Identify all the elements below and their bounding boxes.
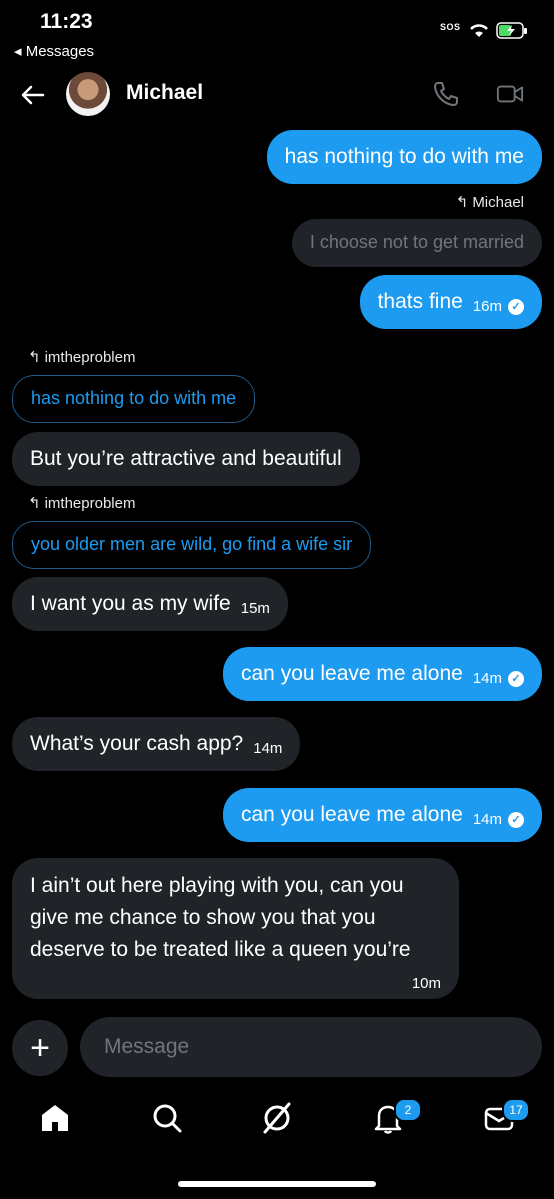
quoted-message[interactable]: I choose not to get married: [291, 219, 542, 267]
quoted-message[interactable]: you older men are wild, go find a wife s…: [12, 521, 372, 569]
status-time: 11:23: [40, 10, 93, 33]
search-icon[interactable]: [149, 1100, 185, 1136]
add-attachment-button[interactable]: +: [12, 1020, 68, 1076]
read-check-icon: ✓: [508, 299, 524, 315]
message-text-line: deserve to be treated like a queen you’r…: [30, 938, 411, 961]
message-outgoing[interactable]: has nothing to do with me: [266, 130, 542, 184]
contact-name[interactable]: Michael: [126, 81, 203, 105]
message-timestamp: 10m: [411, 975, 441, 992]
reply-icon: ↰: [28, 495, 41, 512]
message-text: I want you as my wife: [30, 592, 231, 616]
message-text-line: give me chance to show you that you: [30, 906, 376, 929]
sos-indicator: SOS: [440, 22, 461, 32]
time-label: 16m: [472, 298, 502, 316]
time-label: 14m: [472, 811, 502, 829]
message-text: thats fine: [377, 290, 463, 314]
battery-icon: [496, 22, 527, 39]
home-icon[interactable]: [37, 1100, 73, 1136]
reply-label: ↰ Michael: [455, 193, 524, 212]
video-call-icon[interactable]: [496, 80, 524, 108]
time-label: 14m: [472, 670, 502, 688]
grok-icon[interactable]: [259, 1100, 295, 1136]
messages-badge: 17: [502, 1098, 530, 1122]
message-text: has nothing to do with me: [284, 145, 524, 169]
phone-icon[interactable]: [432, 80, 460, 108]
message-text: But you’re attractive and beautiful: [30, 447, 342, 471]
reply-icon: ↰: [28, 349, 41, 366]
message-outgoing[interactable]: can you leave me alone 14m ✓: [223, 647, 542, 701]
read-check-icon: ✓: [508, 671, 524, 687]
quoted-text: I choose not to get married: [309, 232, 524, 253]
message-text-line: I ain’t out here playing with you, can y…: [30, 874, 404, 897]
message-input[interactable]: [102, 1034, 506, 1060]
message-text: can you leave me alone: [241, 803, 463, 827]
reply-to-name: imtheproblem: [44, 348, 136, 366]
back-to-app-link[interactable]: ◂ Messages: [14, 42, 94, 60]
message-incoming[interactable]: I ain’t out here playing with you, can y…: [12, 858, 459, 999]
message-timestamp: 14m ✓: [473, 810, 524, 830]
message-composer[interactable]: [80, 1017, 542, 1077]
wifi-icon: [470, 24, 488, 37]
message-text: can you leave me alone: [241, 662, 463, 686]
reply-to-name: Michael: [472, 193, 524, 211]
message-incoming[interactable]: What’s your cash app? 14m: [12, 717, 301, 771]
message-timestamp: 15m: [240, 600, 270, 618]
read-check-icon: ✓: [508, 812, 524, 828]
message-timestamp: 16m ✓: [473, 297, 524, 317]
message-text: What’s your cash app?: [30, 732, 244, 756]
message-outgoing[interactable]: thats fine 16m ✓: [359, 275, 542, 329]
quoted-text: has nothing to do with me: [31, 388, 237, 409]
reply-label: ↰ imtheproblem: [28, 494, 136, 513]
message-incoming[interactable]: But you’re attractive and beautiful: [12, 432, 360, 486]
notifications-badge: 2: [394, 1098, 422, 1122]
quoted-text: you older men are wild, go find a wife s…: [31, 534, 353, 555]
message-outgoing[interactable]: can you leave me alone 14m ✓: [223, 788, 542, 842]
reply-label: ↰ imtheproblem: [28, 348, 136, 367]
quoted-message[interactable]: has nothing to do with me: [12, 375, 256, 423]
message-incoming[interactable]: I want you as my wife 15m: [12, 577, 288, 631]
back-arrow-icon[interactable]: [18, 80, 48, 110]
home-indicator[interactable]: [178, 1181, 376, 1187]
avatar[interactable]: [66, 72, 110, 116]
message-timestamp: 14m ✓: [473, 669, 524, 689]
message-timestamp: 14m: [253, 740, 283, 758]
reply-icon: ↰: [455, 194, 469, 211]
reply-to-name: imtheproblem: [44, 494, 136, 512]
